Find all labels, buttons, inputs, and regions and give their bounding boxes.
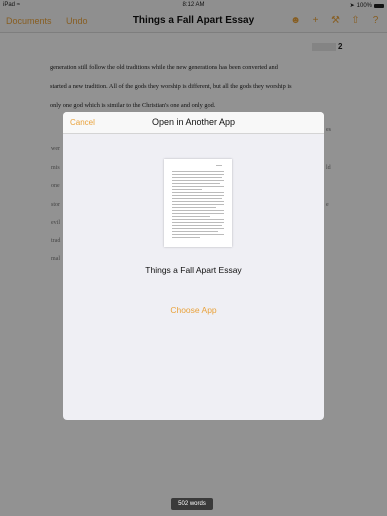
thumb-line	[172, 222, 224, 223]
thumb-line	[172, 189, 202, 190]
thumb-line	[172, 216, 210, 217]
thumb-line	[216, 165, 222, 166]
thumb-line	[172, 225, 222, 226]
thumb-line	[172, 186, 224, 187]
thumb-line	[172, 204, 224, 205]
document-name: Things a Fall Apart Essay	[145, 265, 242, 275]
thumb-line	[172, 174, 224, 175]
thumb-line	[172, 228, 224, 229]
thumb-line	[172, 213, 224, 214]
dialog-header: Cancel Open in Another App	[63, 112, 324, 134]
thumb-line	[172, 210, 224, 211]
thumb-line	[172, 234, 224, 235]
thumb-line	[172, 177, 222, 178]
thumb-line	[172, 201, 224, 202]
thumb-line	[172, 192, 224, 193]
thumb-line	[172, 183, 220, 184]
dialog-title: Open in Another App	[151, 117, 236, 127]
thumb-line	[172, 171, 224, 172]
thumb-line	[172, 180, 224, 181]
thumb-line	[172, 219, 224, 220]
document-thumbnail	[164, 159, 232, 247]
thumb-line	[172, 207, 216, 208]
thumb-line	[172, 237, 200, 238]
word-count-badge: 502 words	[171, 498, 213, 510]
open-in-app-dialog: Cancel Open in Another App Things a Fall…	[63, 112, 324, 420]
choose-app-button[interactable]: Choose App	[63, 305, 324, 315]
thumb-line	[172, 231, 218, 232]
thumb-line	[172, 195, 224, 196]
thumb-line	[172, 198, 222, 199]
